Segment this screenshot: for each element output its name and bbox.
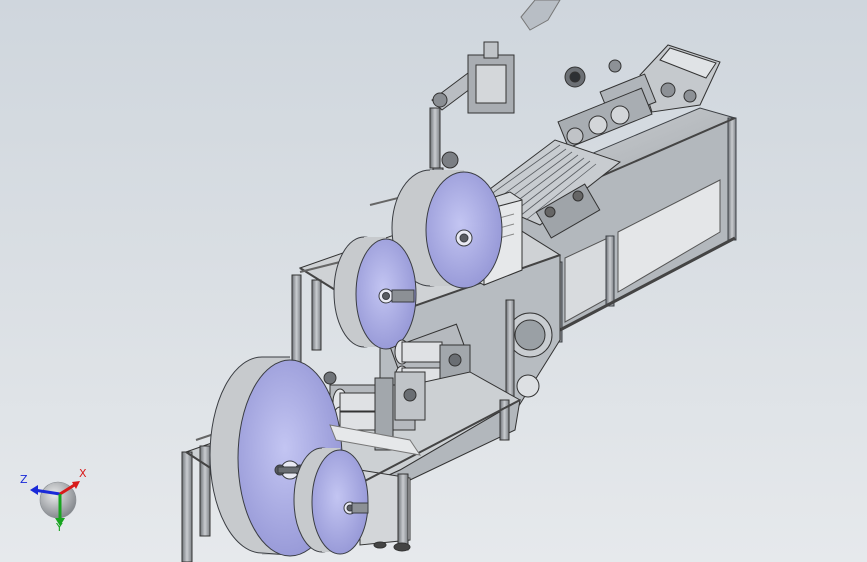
machine-model[interactable] [0,0,867,562]
coordinate-triad: Z X Y [14,464,94,540]
y-axis-label: Y [56,521,63,534]
top-plate-fragment [520,0,561,31]
material-roll-front-small [293,447,369,555]
x-axis-label: X [79,467,87,480]
z-axis-label: Z [20,473,28,486]
graphics-viewport[interactable]: Z X Y [0,0,867,562]
material-roll-mid [333,236,417,350]
